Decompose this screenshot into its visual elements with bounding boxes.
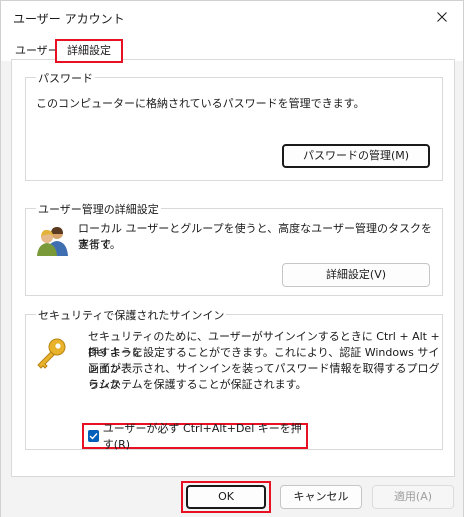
- tab-advanced[interactable]: 詳細設定: [55, 39, 123, 63]
- advanced-settings-button[interactable]: 詳細設定(V): [282, 263, 430, 287]
- apply-button[interactable]: 適用(A): [372, 485, 454, 509]
- manage-passwords-button[interactable]: パスワードの管理(M): [282, 144, 430, 168]
- window-title: ユーザー アカウント: [13, 12, 125, 26]
- require-ctrl-alt-del-checkbox[interactable]: ユーザーが必ず Ctrl+Alt+Del キーを押す(R): [82, 422, 308, 451]
- secure-signin-group-title: セキュリティで保護されたサインイン: [36, 307, 227, 323]
- user-management-description-line-2: きます。: [78, 238, 121, 251]
- title-bar: ユーザー アカウント: [1, 1, 463, 33]
- cancel-button[interactable]: キャンセル: [280, 485, 362, 509]
- key-icon: [37, 338, 66, 369]
- users-group-icon: [37, 227, 68, 256]
- secure-signin-description-line-4: らシステムを保護することが保証されます。: [88, 378, 307, 391]
- password-description: このコンピューターに格納されているパスワードを管理できます。: [36, 97, 365, 110]
- password-group-title: パスワード: [36, 70, 95, 86]
- checkbox-checked-icon: [88, 430, 99, 442]
- ok-button[interactable]: OK: [186, 485, 266, 509]
- tab-panel-advanced: パスワード このコンピューターに格納されているパスワードを管理できます。 パスワ…: [11, 59, 455, 477]
- password-group: パスワード このコンピューターに格納されているパスワードを管理できます。 パスワ…: [25, 70, 443, 181]
- close-button[interactable]: [427, 5, 457, 29]
- tab-strip: ユーザー 詳細設定: [1, 33, 463, 63]
- user-accounts-dialog: ユーザー アカウント ユーザー 詳細設定 パスワード このコンピューターに格納さ…: [0, 0, 464, 517]
- user-management-group: ユーザー管理の詳細設定 ローカル ユーザーとグループを使うと、高度なユーザー管理…: [25, 201, 443, 296]
- tab-users[interactable]: ユーザー: [15, 42, 59, 60]
- secure-signin-group: セキュリティで保護されたサインイン セキュリティのために、ユーザーがサインインす…: [25, 307, 443, 451]
- close-icon: [437, 12, 447, 22]
- user-management-description-line-1: ローカル ユーザーとグループを使うと、高度なユーザー管理のタスクを実行で: [78, 222, 432, 251]
- user-management-group-title: ユーザー管理の詳細設定: [36, 201, 161, 217]
- require-ctrl-alt-del-label: ユーザーが必ず Ctrl+Alt+Del キーを押す(R): [102, 422, 302, 451]
